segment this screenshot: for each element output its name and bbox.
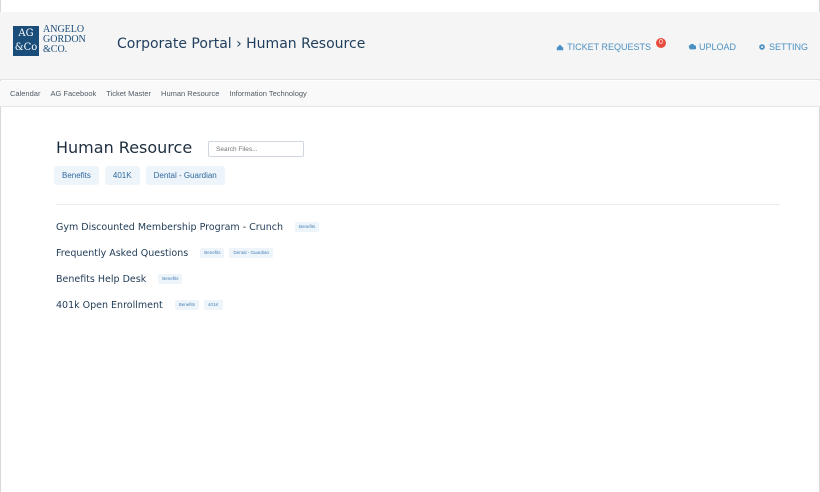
- filter-tag-dental-guardian[interactable]: Dental - Guardian: [145, 166, 225, 185]
- document-tags: Benefits 401K: [174, 300, 223, 310]
- subnav-item-information-technology[interactable]: Information Technology: [229, 89, 306, 98]
- search-files-input[interactable]: [208, 141, 304, 157]
- document-tag[interactable]: Benefits: [158, 274, 183, 284]
- upload-label: UPLOAD: [698, 42, 736, 52]
- subnav-item-calendar[interactable]: Calendar: [10, 89, 40, 98]
- document-list: Gym Discounted Membership Program - Crun…: [56, 214, 780, 318]
- upload-link[interactable]: UPLOAD: [688, 42, 736, 52]
- page-title: Human Resource: [56, 138, 193, 157]
- document-link[interactable]: Gym Discounted Membership Program - Crun…: [56, 222, 283, 233]
- document-tags: Benefits: [294, 222, 320, 232]
- gear-icon: [759, 44, 765, 50]
- upload-icon: [688, 43, 696, 50]
- setting-link[interactable]: SETTING: [758, 42, 808, 52]
- subnav-item-ag-facebook[interactable]: AG Facebook: [50, 89, 96, 98]
- document-link[interactable]: Benefits Help Desk: [56, 274, 146, 285]
- logo-wordmark: ANGELO GORDON &CO.: [43, 24, 86, 55]
- list-item: Frequently Asked Questions Benefits Dent…: [56, 240, 780, 266]
- document-link[interactable]: Frequently Asked Questions: [56, 248, 188, 259]
- document-tags: Benefits: [158, 274, 183, 284]
- category-filter-tags: Benefits 401K Dental - Guardian: [54, 166, 225, 185]
- logo-mark: AG &Co: [13, 26, 39, 56]
- sub-navigation: Calendar AG Facebook Ticket Master Human…: [0, 81, 820, 107]
- section-divider: [56, 204, 780, 205]
- ticket-requests-label: TICKET REQUESTS: [567, 42, 651, 52]
- list-item: Benefits Help Desk Benefits: [56, 266, 780, 292]
- list-item: Gym Discounted Membership Program - Crun…: [56, 214, 780, 240]
- filter-tag-401k[interactable]: 401K: [104, 166, 140, 185]
- top-header: AG &Co ANGELO GORDON &CO. Corporate Port…: [0, 12, 820, 80]
- document-tag[interactable]: Benefits: [294, 222, 320, 232]
- document-tag[interactable]: 401K: [203, 300, 223, 310]
- document-link[interactable]: 401k Open Enrollment: [56, 300, 163, 311]
- filter-tag-benefits[interactable]: Benefits: [54, 166, 99, 185]
- portal-breadcrumb: Corporate Portal › Human Resource: [117, 36, 366, 52]
- header-actions: TICKET REQUESTS 0 UPLOAD SETTING: [556, 38, 808, 52]
- document-tags: Benefits Dental - Guardian: [200, 248, 273, 258]
- document-tag[interactable]: Dental - Guardian: [229, 248, 273, 258]
- ticket-icon: [556, 44, 564, 51]
- setting-label: SETTING: [768, 42, 808, 52]
- list-item: 401k Open Enrollment Benefits 401K: [56, 292, 780, 318]
- ticket-count-badge: 0: [655, 38, 666, 48]
- subnav-item-human-resource[interactable]: Human Resource: [161, 89, 219, 98]
- document-tag[interactable]: Benefits: [174, 300, 199, 310]
- company-logo[interactable]: AG &Co ANGELO GORDON &CO.: [13, 24, 121, 66]
- document-tag[interactable]: Benefits: [200, 248, 225, 258]
- ticket-requests-link[interactable]: TICKET REQUESTS 0: [556, 38, 666, 52]
- subnav-item-ticket-master[interactable]: Ticket Master: [106, 89, 151, 98]
